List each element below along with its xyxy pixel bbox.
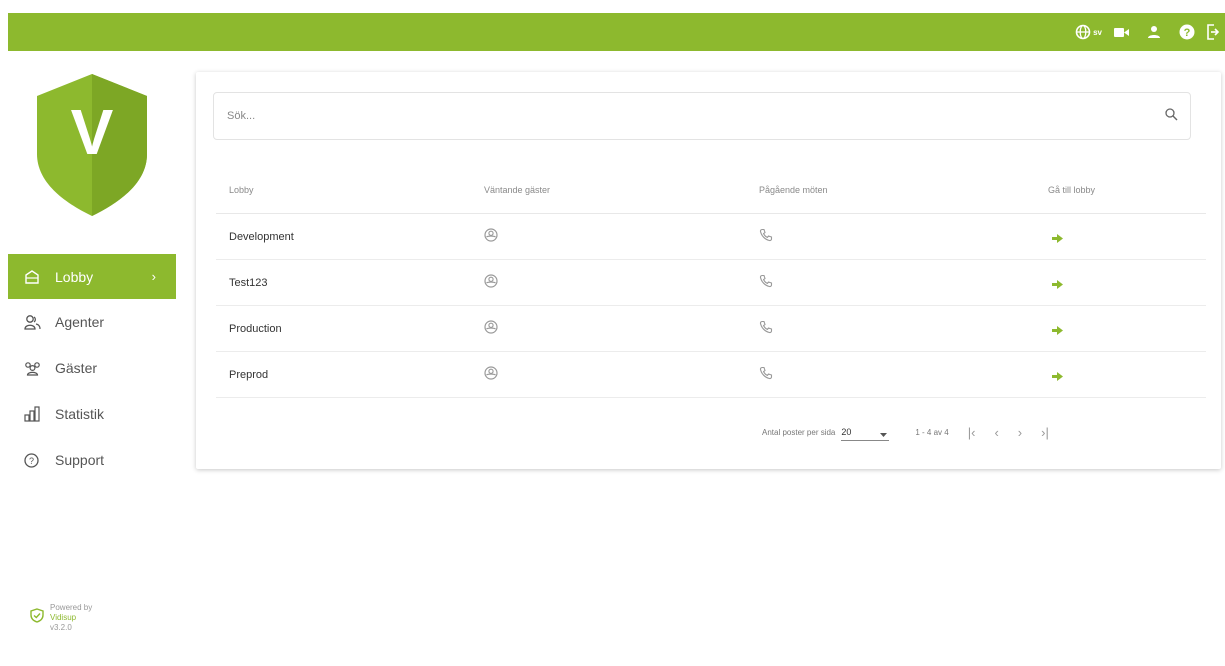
- brand-name: Vidisup: [50, 613, 77, 622]
- sidebar-item-statistics[interactable]: Statistik: [8, 391, 176, 437]
- language-label: sv: [1093, 27, 1102, 37]
- search-box: [213, 92, 1191, 140]
- sidebar-item-label: Statistik: [55, 406, 105, 422]
- sidebar-item-label: Lobby: [55, 268, 94, 285]
- brand-logo: V: [37, 74, 147, 221]
- sidebar-nav: Lobby › Agenter Gäster Statistik ? Suppo…: [8, 254, 176, 483]
- column-header-waiting-guests[interactable]: Väntande gäster: [471, 167, 746, 214]
- phone-icon[interactable]: [759, 228, 773, 245]
- sidebar-item-agents[interactable]: Agenter: [8, 299, 176, 345]
- svg-text:?: ?: [1184, 27, 1191, 39]
- powered-by: Powered by Vidisup v3.2.0: [30, 603, 92, 633]
- powered-by-label: Powered by: [50, 603, 93, 612]
- phone-icon[interactable]: [759, 274, 773, 291]
- table-header-row: Lobby Väntande gäster Pågående möten Gå …: [216, 167, 1206, 214]
- support-icon: ?: [24, 451, 42, 469]
- column-header-lobby[interactable]: Lobby: [216, 167, 471, 214]
- header-toolbar: sv ?: [1075, 13, 1225, 51]
- per-page-value: 20: [841, 426, 852, 437]
- sidebar-item-label: Support: [55, 452, 105, 468]
- next-page-icon[interactable]: ›: [1018, 425, 1022, 440]
- statistics-icon: [24, 405, 42, 423]
- search-icon[interactable]: [1165, 108, 1178, 126]
- waiting-guests-icon[interactable]: [484, 228, 498, 245]
- per-page-select[interactable]: 20: [841, 424, 890, 441]
- lobby-name: Test123: [216, 259, 471, 306]
- go-to-lobby-arrow-icon[interactable]: [1048, 366, 1063, 384]
- lobby-table: Lobby Väntande gäster Pågående möten Gå …: [216, 167, 1206, 398]
- chevron-right-icon: ›: [151, 269, 156, 284]
- pagination: Antal poster per sida 20 1 - 4 av 4 |‹ ‹…: [762, 422, 1049, 442]
- per-page-label: Antal poster per sida: [762, 427, 836, 437]
- sidebar-item-label: Gäster: [55, 360, 98, 376]
- language-selector[interactable]: sv: [1075, 24, 1102, 40]
- column-header-go-to-lobby[interactable]: Gå till lobby: [1035, 167, 1206, 214]
- lobby-card: Lobby Väntande gäster Pågående möten Gå …: [196, 72, 1221, 469]
- page-range: 1 - 4 av 4: [915, 427, 949, 437]
- shield-check-icon: [30, 608, 44, 628]
- last-page-icon[interactable]: ›|: [1041, 425, 1049, 440]
- sidebar-item-guests[interactable]: Gäster: [8, 345, 176, 391]
- waiting-guests-icon[interactable]: [484, 274, 498, 291]
- first-page-icon[interactable]: |‹: [968, 425, 976, 440]
- waiting-guests-icon[interactable]: [484, 366, 498, 383]
- waiting-guests-icon[interactable]: [484, 320, 498, 337]
- logo-letter: V: [71, 96, 114, 168]
- go-to-lobby-arrow-icon[interactable]: [1048, 228, 1063, 246]
- sidebar-item-label: Agenter: [55, 314, 105, 330]
- table-row: Development: [216, 213, 1206, 260]
- agents-icon: [24, 313, 42, 331]
- top-bar: sv ?: [8, 13, 1225, 51]
- video-camera-icon[interactable]: [1114, 27, 1129, 38]
- app-version: v3.2.0: [50, 623, 72, 632]
- help-icon[interactable]: ?: [1179, 24, 1195, 40]
- guests-icon: [24, 359, 42, 377]
- svg-text:?: ?: [29, 456, 34, 466]
- lobby-name: Production: [216, 305, 471, 352]
- powered-by-text: Powered by Vidisup v3.2.0: [50, 603, 92, 633]
- sidebar-item-lobby[interactable]: Lobby ›: [8, 254, 176, 299]
- go-to-lobby-arrow-icon[interactable]: [1048, 274, 1063, 292]
- lobby-icon: [24, 268, 42, 286]
- column-header-ongoing-meetings[interactable]: Pågående möten: [746, 167, 1035, 214]
- phone-icon[interactable]: [759, 366, 773, 383]
- lobby-name: Development: [216, 213, 471, 260]
- phone-icon[interactable]: [759, 320, 773, 337]
- sidebar-item-support[interactable]: ? Support: [8, 437, 176, 483]
- table-row: Preprod: [216, 351, 1206, 398]
- dropdown-arrow-icon: [880, 429, 888, 439]
- table-row: Test123: [216, 259, 1206, 306]
- logout-icon[interactable]: [1207, 24, 1219, 40]
- table-row: Production: [216, 305, 1206, 352]
- previous-page-icon[interactable]: ‹: [994, 425, 998, 440]
- globe-icon: [1075, 24, 1091, 40]
- go-to-lobby-arrow-icon[interactable]: [1048, 320, 1063, 338]
- search-input[interactable]: [214, 93, 1159, 139]
- lobby-name: Preprod: [216, 351, 471, 398]
- user-icon[interactable]: [1147, 25, 1161, 39]
